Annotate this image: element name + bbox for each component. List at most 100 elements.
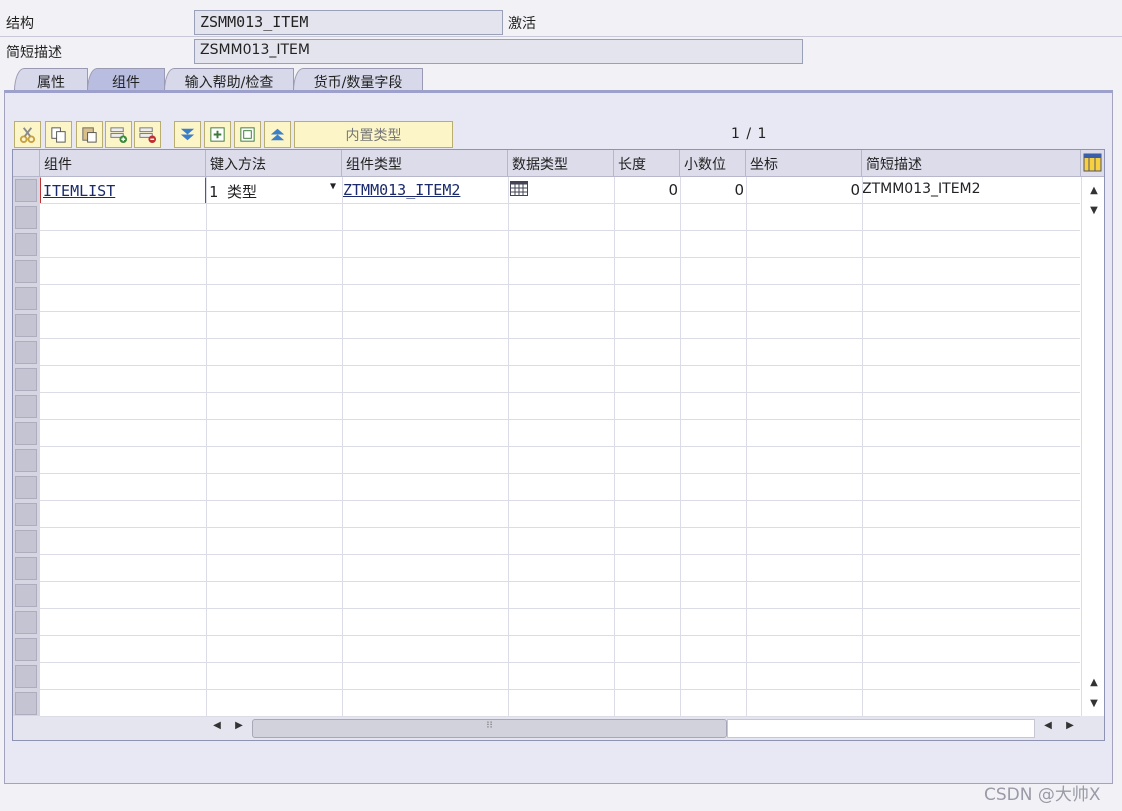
row-divider [40, 392, 1080, 393]
short-desc-cell[interactable]: ZTMM013_ITEM2 [862, 177, 1081, 204]
scroll-down-icon[interactable]: ▼ [1088, 698, 1100, 710]
row-selector[interactable] [15, 368, 37, 391]
table-type-icon [510, 181, 528, 196]
component-type-value[interactable]: ZTMM013_ITEM2 [343, 181, 460, 199]
column-settings-icon [1083, 153, 1102, 172]
tab-currency-quantity[interactable]: 货币/数量字段 [293, 68, 423, 91]
components-table: 组件 键入方法 组件类型 数据类型 长度 小数位 坐标 简短描述 ITEMLIS… [12, 149, 1105, 741]
row-divider [40, 311, 1080, 312]
scroll-right-icon[interactable]: ▶ [232, 720, 246, 736]
column-header[interactable]: 键入方法 [206, 150, 342, 177]
row-divider [40, 500, 1080, 501]
short-desc-label: 简短描述 [6, 45, 62, 61]
collapse-button[interactable] [234, 121, 261, 148]
row-selector[interactable] [15, 638, 37, 661]
row-divider [40, 608, 1080, 609]
structure-label: 结构 [6, 16, 34, 32]
move-up-button[interactable] [264, 121, 291, 148]
row-selector[interactable] [15, 476, 37, 499]
paste-button[interactable] [76, 121, 103, 148]
structure-field[interactable]: ZSMM013_ITEM [194, 10, 503, 35]
row-selector[interactable] [15, 179, 37, 202]
horizontal-scrollbar[interactable]: ◀ ▶ ⁝⁝ ◀ ▶ [13, 716, 1104, 740]
row-selector[interactable] [15, 665, 37, 688]
select-all-corner[interactable] [13, 150, 40, 177]
component-cell[interactable]: ITEMLIST [40, 177, 206, 204]
scroll-up-icon[interactable]: ▲ [1088, 185, 1100, 197]
row-selector[interactable] [15, 557, 37, 580]
collapse-icon [240, 127, 255, 142]
cut-button[interactable] [14, 121, 41, 148]
row-selector[interactable] [15, 449, 37, 472]
tab-input-help[interactable]: 输入帮助/检查 [164, 68, 294, 91]
filter-up-icon [270, 128, 285, 141]
tab-components[interactable]: 组件 [87, 68, 165, 91]
row-selector[interactable] [15, 503, 37, 526]
row-divider [40, 338, 1080, 339]
row-divider [40, 662, 1080, 663]
length-cell[interactable]: 0 [614, 177, 678, 204]
row-selector[interactable] [15, 530, 37, 553]
scroll-up-icon[interactable]: ▲ [1088, 677, 1100, 689]
dropdown-arrow-icon[interactable]: ▼ [330, 181, 336, 192]
delete-row-icon [139, 127, 157, 144]
row-selector[interactable] [15, 692, 37, 715]
vertical-scrollbar[interactable]: ▲ ▼ ▲ ▼ [1081, 177, 1104, 716]
row-selector[interactable] [15, 206, 37, 229]
component-name[interactable]: ITEMLIST [43, 182, 115, 200]
scroll-down-icon[interactable]: ▼ [1088, 205, 1100, 217]
row-selector[interactable] [15, 341, 37, 364]
data-type-cell[interactable] [510, 177, 614, 204]
row-divider [40, 689, 1080, 690]
row-divider [40, 230, 1080, 231]
expand-button[interactable] [204, 121, 231, 148]
row-selector[interactable] [15, 611, 37, 634]
row-selector[interactable] [15, 422, 37, 445]
row-selector[interactable] [15, 584, 37, 607]
scissors-icon [19, 127, 36, 144]
column-divider [1081, 177, 1082, 716]
scroll-thumb[interactable]: ⁝⁝ [252, 719, 727, 738]
typing-method-cell[interactable]: 1 类型 ▼ [207, 177, 342, 204]
status-text: 激活 [508, 16, 536, 32]
scroll-right-icon[interactable]: ▶ [1063, 720, 1077, 736]
scroll-left-icon[interactable]: ◀ [1041, 720, 1055, 736]
column-header[interactable]: 组件 [40, 150, 206, 177]
paste-icon [82, 127, 97, 143]
column-divider [342, 177, 343, 716]
insert-row-icon [110, 127, 128, 144]
row-divider [40, 284, 1080, 285]
column-header[interactable]: 组件类型 [342, 150, 508, 177]
row-divider [40, 419, 1080, 420]
scroll-left-icon[interactable]: ◀ [210, 720, 224, 736]
filter-down-icon [180, 128, 195, 141]
builtin-type-button[interactable]: 内置类型 [294, 121, 453, 148]
copy-button[interactable] [45, 121, 72, 148]
tab-attributes[interactable]: 属性 [14, 68, 88, 91]
row-divider [40, 365, 1080, 366]
insert-row-button[interactable] [105, 121, 132, 148]
short-desc-field[interactable]: ZSMM013_ITEM [194, 39, 803, 64]
coordinate-cell[interactable]: 0 [746, 177, 860, 204]
column-header[interactable]: 简短描述 [862, 150, 1081, 177]
decimals-cell[interactable]: 0 [680, 177, 744, 204]
row-selector[interactable] [15, 287, 37, 310]
row-selector[interactable] [15, 395, 37, 418]
row-selector[interactable] [15, 314, 37, 337]
delete-row-button[interactable] [134, 121, 161, 148]
row-divider [40, 554, 1080, 555]
component-type-cell[interactable]: ZTMM013_ITEM2 [343, 177, 508, 204]
row-divider [40, 716, 1080, 717]
row-selector[interactable] [15, 260, 37, 283]
column-header[interactable]: 小数位 [680, 150, 746, 177]
move-down-button[interactable] [174, 121, 201, 148]
row-selector[interactable] [15, 233, 37, 256]
column-header[interactable]: 长度 [614, 150, 680, 177]
column-header[interactable]: 坐标 [746, 150, 862, 177]
column-header[interactable]: 数据类型 [508, 150, 614, 177]
scroll-track[interactable] [727, 719, 1035, 738]
expand-icon [210, 127, 225, 142]
column-settings-button[interactable] [1081, 150, 1104, 177]
watermark: CSDN @大帅X [984, 785, 1101, 805]
typing-method-value: 1 类型 [209, 183, 258, 201]
